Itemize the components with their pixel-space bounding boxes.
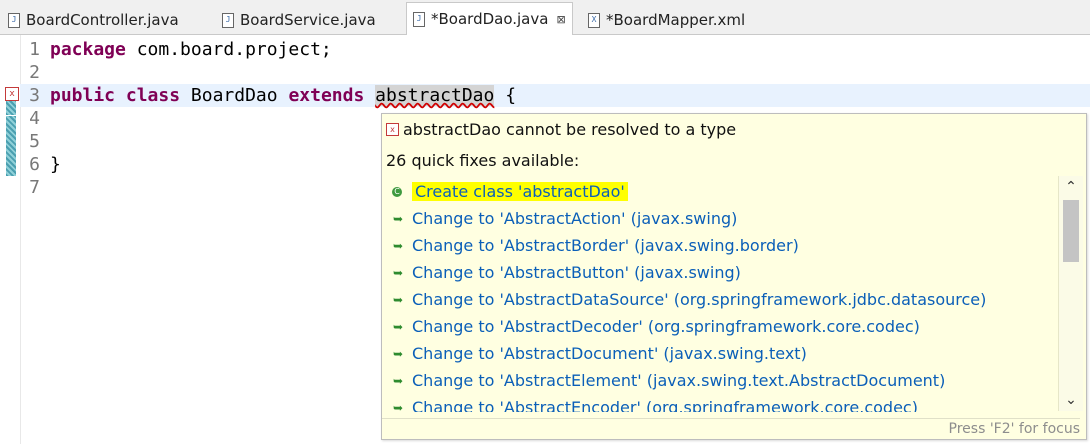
scroll-down-icon[interactable]: ⌄ <box>1059 389 1083 411</box>
change-icon: ➥ <box>392 292 404 307</box>
quick-fix-list: C Create class 'abstractDao' ➥ Change to 'A… <box>382 178 1058 412</box>
quick-fix-label: Change to 'AbstractBorder' (javax.swing.… <box>412 236 799 255</box>
quick-fix-item[interactable]: ➥ Change to 'AbstractAction' (javax.swing… <box>392 205 737 232</box>
code-token: BoardDao <box>180 85 289 106</box>
tab-label: BoardService.java <box>240 11 376 29</box>
change-icon: ➥ <box>392 373 404 388</box>
xml-file-icon: X <box>588 12 600 28</box>
tab-board-dao[interactable]: J *BoardDao.java ⊠ <box>406 2 573 36</box>
java-file-icon: J <box>8 12 20 28</box>
line-number: 1 <box>29 39 40 60</box>
quick-fix-item[interactable]: ➥ Change to 'AbstractDecoder' (org.spring… <box>392 313 920 340</box>
annotation-ruler: x <box>0 35 21 444</box>
line-number: 7 <box>29 177 40 198</box>
problem-text: abstractDao cannot be resolved to a type <box>403 120 737 139</box>
tab-label: BoardController.java <box>26 11 179 29</box>
change-icon: ➥ <box>392 319 404 334</box>
quick-fix-item[interactable]: ➥ Change to 'AbstractBorder' (javax.swing… <box>392 232 799 259</box>
java-file-icon: J <box>413 11 425 27</box>
change-icon: ➥ <box>392 211 404 226</box>
quick-fix-item[interactable]: ➥ Change to 'AbstractElement' (javax.swin… <box>392 367 945 394</box>
quick-fix-label: Change to 'AbstractDecoder' (org.springf… <box>412 317 920 336</box>
code-line[interactable]: 1 package com.board.project; <box>20 38 1090 61</box>
tab-label: *BoardDao.java <box>431 10 549 28</box>
change-icon: ➥ <box>392 238 404 253</box>
code-line[interactable]: 2 <box>20 61 1090 84</box>
focus-hint: Press 'F2' for focus <box>382 418 1080 437</box>
quick-fix-label: Change to 'AbstractDataSource' (org.spri… <box>412 290 987 309</box>
quick-fix-item[interactable]: ➥ Change to 'AbstractDocument' (javax.swi… <box>392 340 807 367</box>
line-number: 4 <box>29 108 40 129</box>
error-token: abstractDao <box>375 85 495 106</box>
change-icon: ➥ <box>392 265 404 280</box>
editor-tab-bar: J BoardController.java J BoardService.ja… <box>0 0 1090 36</box>
tab-board-controller[interactable]: J BoardController.java <box>8 6 179 34</box>
code-token: } <box>50 154 61 175</box>
quick-fix-item[interactable]: ➥ Change to 'AbstractButton' (javax.swing… <box>392 259 741 286</box>
quick-fix-label: Change to 'AbstractEncoder' (org.springf… <box>412 398 918 412</box>
scrollbar-thumb[interactable] <box>1063 200 1079 262</box>
java-file-icon: J <box>222 12 234 28</box>
quick-fix-label: Change to 'AbstractElement' (javax.swing… <box>412 371 946 390</box>
line-number: 6 <box>29 154 40 175</box>
code-token: { <box>494 85 517 106</box>
tab-board-mapper[interactable]: X *BoardMapper.xml <box>588 6 745 34</box>
quick-fix-label: Change to 'AbstractAction' (javax.swing) <box>412 209 738 228</box>
line-number: 3 <box>29 85 40 106</box>
line-number: 2 <box>29 62 40 83</box>
code-token: com.board.project; <box>125 39 332 60</box>
quick-fix-item[interactable]: C Create class 'abstractDao' <box>392 178 628 205</box>
tab-board-service[interactable]: J BoardService.java <box>222 6 376 34</box>
code-line[interactable]: 3 public class BoardDao extends abstractD… <box>20 84 1090 107</box>
quick-fix-count: 26 quick fixes available: <box>386 151 580 170</box>
quick-fix-scrollbar[interactable]: ⌃ ⌄ <box>1058 176 1083 411</box>
keyword-token: public <box>50 85 116 106</box>
problem-description: x abstractDao cannot be resolved to a ty… <box>386 120 736 139</box>
change-icon: ➥ <box>392 346 404 361</box>
error-marker-icon[interactable]: x <box>5 87 19 101</box>
quick-fix-item[interactable]: ➥ Change to 'AbstractDataSource' (org.spr… <box>392 286 986 313</box>
tab-label: *BoardMapper.xml <box>606 11 746 29</box>
error-icon: x <box>386 123 399 136</box>
change-icon: ➥ <box>392 400 404 413</box>
quick-fix-label: Change to 'AbstractButton' (javax.swing) <box>412 263 741 282</box>
keyword-token: class <box>125 85 181 106</box>
scroll-up-icon[interactable]: ⌃ <box>1059 176 1083 198</box>
close-icon[interactable]: ⊠ <box>556 13 565 26</box>
line-number: 5 <box>29 131 40 152</box>
change-marker <box>6 116 16 176</box>
quick-fix-item[interactable]: ➥ Change to 'AbstractEncoder' (org.spring… <box>392 394 918 412</box>
keyword-token: extends <box>288 85 365 106</box>
quick-fix-popup: x abstractDao cannot be resolved to a ty… <box>381 113 1087 440</box>
create-class-icon: C <box>392 186 402 197</box>
quick-fix-label: Create class 'abstractDao' <box>412 182 628 201</box>
quick-fix-label: Change to 'AbstractDocument' (javax.swin… <box>412 344 807 363</box>
keyword-token: package <box>50 39 126 60</box>
